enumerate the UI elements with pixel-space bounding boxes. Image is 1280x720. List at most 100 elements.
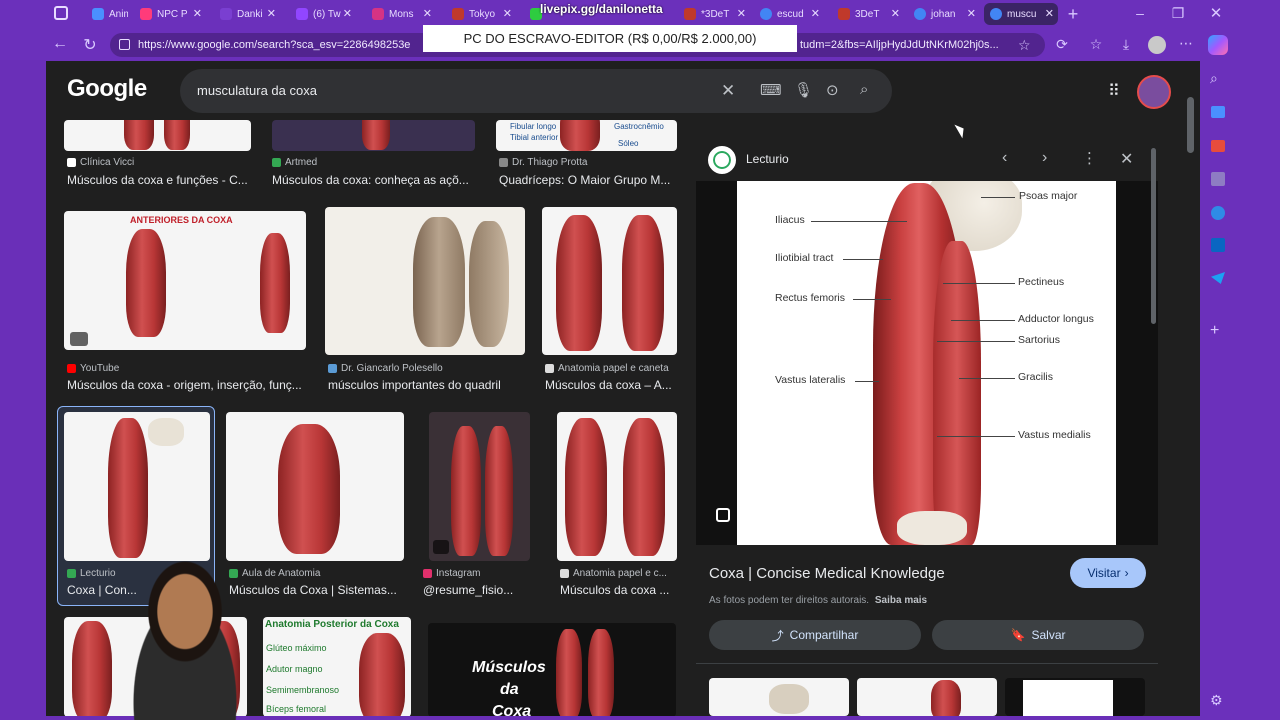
close-tab-icon[interactable]: ✕ [193, 7, 202, 20]
lens-icon[interactable]: ⊙ [826, 81, 839, 99]
panel-site-name[interactable]: Lecturio [746, 152, 789, 166]
image-result[interactable] [557, 412, 677, 561]
microphone-icon[interactable]: 🎙 [794, 81, 813, 99]
related-image[interactable] [1005, 678, 1145, 716]
new-tab-icon[interactable]: + [1064, 4, 1082, 25]
tab-3det-draft[interactable]: *3DeT ✕ [678, 3, 750, 25]
tab-npc[interactable]: NPC P ✕ [134, 3, 206, 25]
close-tab-icon[interactable]: ✕ [267, 7, 276, 20]
mouse-cursor [954, 121, 968, 139]
stream-handle-overlay: livepix.gg/danilonetta [540, 2, 663, 16]
image-result[interactable] [64, 120, 251, 151]
close-tab-icon[interactable]: ✕ [503, 7, 512, 20]
window-menu-icon[interactable] [54, 6, 68, 20]
page-scrollbar[interactable] [1187, 97, 1194, 153]
related-image[interactable] [709, 678, 849, 716]
more-menu-icon[interactable]: ⋯ [1178, 35, 1194, 52]
preview-image[interactable]: Iliacus Iliotibial tract Rectus femoris … [737, 181, 1116, 545]
minimize-icon[interactable]: – [1132, 5, 1148, 21]
tab-twitch[interactable]: (6) Tw ✕ [290, 3, 356, 25]
related-image[interactable] [857, 678, 997, 716]
tab-anime[interactable]: Anime [86, 3, 128, 25]
tab-danki[interactable]: Danki ✕ [214, 3, 280, 25]
favorites-icon[interactable]: ☆ [1088, 36, 1104, 53]
source-favicon-icon [328, 364, 337, 373]
back-icon[interactable]: ← [52, 35, 68, 53]
favorite-star-icon[interactable]: ☆ [1018, 33, 1031, 57]
close-tab-icon[interactable]: ✕ [423, 7, 432, 20]
learn-more-link[interactable]: Saiba mais [875, 595, 927, 606]
tab-favicon-icon [838, 8, 850, 20]
image-result[interactable]: Anatomia Posterior da Coxa Glúteo máximo… [263, 617, 411, 716]
result-caption[interactable]: Músculos da coxa ... [560, 583, 678, 597]
tab-mons[interactable]: Mons ✕ [366, 3, 436, 25]
result-caption[interactable]: Músculos da coxa: conheça as açõ... [272, 173, 476, 187]
image-result[interactable]: Músculos da Coxa [428, 623, 676, 716]
sidebar-settings-icon[interactable]: ⚙ [1210, 692, 1223, 709]
thumb-label: Bíceps femoral [266, 704, 327, 714]
image-result[interactable] [272, 120, 475, 151]
close-tab-icon[interactable]: ✕ [811, 7, 820, 20]
save-button[interactable]: 🔖 Salvar [932, 620, 1144, 650]
copilot-icon[interactable] [1208, 35, 1228, 55]
image-result[interactable] [325, 207, 525, 355]
lens-search-icon[interactable] [716, 508, 730, 522]
window-close-icon[interactable]: ✕ [1208, 4, 1224, 22]
search-box[interactable]: musculatura da coxa ✕ ⌨ 🎙 ⊙ ⌕ [180, 69, 892, 113]
image-result[interactable] [226, 412, 404, 561]
account-avatar[interactable] [1137, 75, 1171, 109]
label-iliotibial-tract: Iliotibial tract [775, 252, 834, 264]
result-caption[interactable]: @resume_fisio... [423, 583, 535, 597]
profile-avatar[interactable] [1148, 36, 1166, 54]
sidebar-search-icon[interactable]: ⌕ [1210, 70, 1218, 87]
keyboard-icon[interactable]: ⌨ [760, 81, 782, 99]
site-info-icon[interactable] [119, 39, 130, 50]
result-caption[interactable]: Quadríceps: O Maior Grupo M... [499, 173, 679, 187]
sidebar-send-icon[interactable] [1211, 272, 1225, 284]
more-options-icon[interactable]: ⋮ [1082, 149, 1097, 167]
close-tab-icon[interactable]: ✕ [967, 7, 976, 20]
search-input[interactable]: musculatura da coxa [197, 83, 317, 98]
tab-escud[interactable]: escud ✕ [754, 3, 824, 25]
close-tab-icon[interactable]: ✕ [1045, 7, 1054, 20]
sidebar-add-icon[interactable]: + [1210, 322, 1219, 340]
sidebar-outlook-icon[interactable] [1211, 238, 1225, 252]
result-caption[interactable]: músculos importantes do quadril [328, 378, 528, 392]
sidebar-edge-icon[interactable] [1211, 206, 1225, 220]
panel-title[interactable]: Coxa | Concise Medical Knowledge [709, 565, 945, 582]
close-tab-icon[interactable]: ✕ [891, 7, 900, 20]
tab-tokyo[interactable]: Tokyo ✕ [446, 3, 516, 25]
google-logo[interactable]: Google [67, 75, 147, 103]
restore-icon[interactable]: ❐ [1170, 5, 1186, 22]
image-result[interactable]: Fibular longo Tibial anterior Gastrocnêm… [496, 120, 677, 151]
result-caption[interactable]: Músculos da coxa - origem, inserção, fun… [67, 378, 307, 392]
share-button[interactable]: ⤴ Compartilhar [709, 620, 921, 650]
result-source: Dr. Giancarlo Polesello [328, 363, 443, 374]
search-icon[interactable]: ⌕ [860, 81, 868, 98]
sidebar-briefcase-icon[interactable] [1211, 140, 1225, 152]
image-result[interactable] [429, 412, 530, 561]
sidebar-chess-icon[interactable] [1211, 172, 1225, 186]
tab-musculatura[interactable]: muscu ✕ [984, 3, 1058, 25]
clear-search-icon[interactable]: ✕ [721, 81, 735, 101]
tab-3det[interactable]: 3DeT ✕ [832, 3, 904, 25]
visit-button[interactable]: Visitar › [1070, 558, 1146, 588]
close-tab-icon[interactable]: ✕ [737, 7, 746, 20]
result-caption[interactable]: Músculos da coxa e funções - C... [67, 173, 253, 187]
apps-grid-icon[interactable]: ⠿ [1108, 81, 1120, 101]
image-result[interactable] [542, 207, 677, 355]
result-caption[interactable]: Músculos da coxa – A... [545, 378, 679, 392]
extensions-icon[interactable]: ⟳ [1054, 36, 1070, 53]
next-icon[interactable]: › [1042, 149, 1047, 167]
panel-scrollbar[interactable] [1151, 148, 1156, 324]
sidebar-tag-icon[interactable] [1211, 106, 1225, 118]
image-result[interactable]: ANTERIORES DA COXA [64, 211, 306, 350]
downloads-icon[interactable]: ⤓ [1118, 36, 1134, 53]
medial-muscle-shape [933, 241, 981, 545]
close-panel-icon[interactable]: ✕ [1120, 149, 1133, 169]
image-result-selected[interactable] [64, 412, 210, 561]
tab-johan[interactable]: johan ✕ [908, 3, 980, 25]
reload-icon[interactable]: ↻ [82, 35, 98, 55]
close-tab-icon[interactable]: ✕ [343, 7, 352, 20]
previous-icon[interactable]: ‹ [1002, 149, 1007, 167]
